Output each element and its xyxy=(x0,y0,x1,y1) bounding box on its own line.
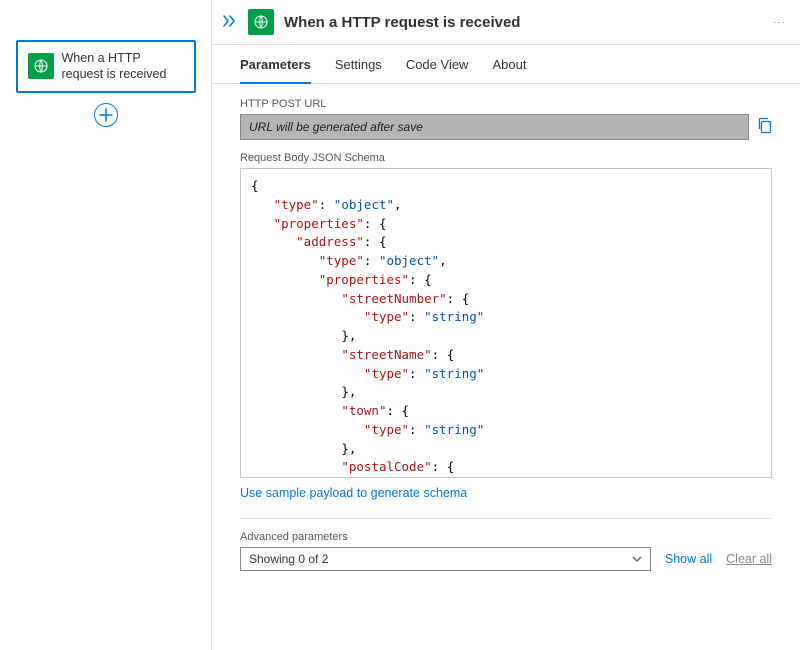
add-step-button[interactable] xyxy=(94,103,118,127)
tab-parameters[interactable]: Parameters xyxy=(240,45,311,84)
panel-body: HTTP POST URL URL will be generated afte… xyxy=(212,84,800,650)
divider xyxy=(240,518,772,519)
tab-code-view[interactable]: Code View xyxy=(406,45,469,83)
panel-title: When a HTTP request is received xyxy=(284,14,763,31)
panel-header: When a HTTP request is received ··· xyxy=(212,0,800,45)
canvas-pane: When a HTTP request is received xyxy=(0,0,211,650)
globe-icon xyxy=(28,53,54,79)
url-value-box: URL will be generated after save xyxy=(240,114,749,140)
use-sample-payload-link[interactable]: Use sample payload to generate schema xyxy=(240,486,467,500)
panel-tabs: Parameters Settings Code View About xyxy=(212,45,800,84)
details-panel: When a HTTP request is received ··· Para… xyxy=(211,0,800,650)
advanced-parameters-dropdown[interactable]: Showing 0 of 2 xyxy=(240,547,651,571)
trigger-node-card[interactable]: When a HTTP request is received xyxy=(16,40,196,93)
show-all-link[interactable]: Show all xyxy=(665,552,712,566)
trigger-node-label: When a HTTP request is received xyxy=(62,50,184,83)
globe-icon xyxy=(248,9,274,35)
advanced-select-text: Showing 0 of 2 xyxy=(249,552,328,566)
copy-url-button[interactable] xyxy=(757,117,772,138)
tab-settings[interactable]: Settings xyxy=(335,45,382,83)
schema-editor[interactable]: { "type": "object", "properties": { "add… xyxy=(240,168,772,478)
chevron-down-icon xyxy=(632,554,642,565)
advanced-label: Advanced parameters xyxy=(240,531,772,543)
url-label: HTTP POST URL xyxy=(240,98,772,110)
schema-label: Request Body JSON Schema xyxy=(240,152,772,164)
clear-all-link[interactable]: Clear all xyxy=(726,552,772,566)
collapse-panel-button[interactable] xyxy=(222,14,238,30)
panel-menu-button[interactable]: ··· xyxy=(773,17,786,28)
tab-about[interactable]: About xyxy=(492,45,526,83)
